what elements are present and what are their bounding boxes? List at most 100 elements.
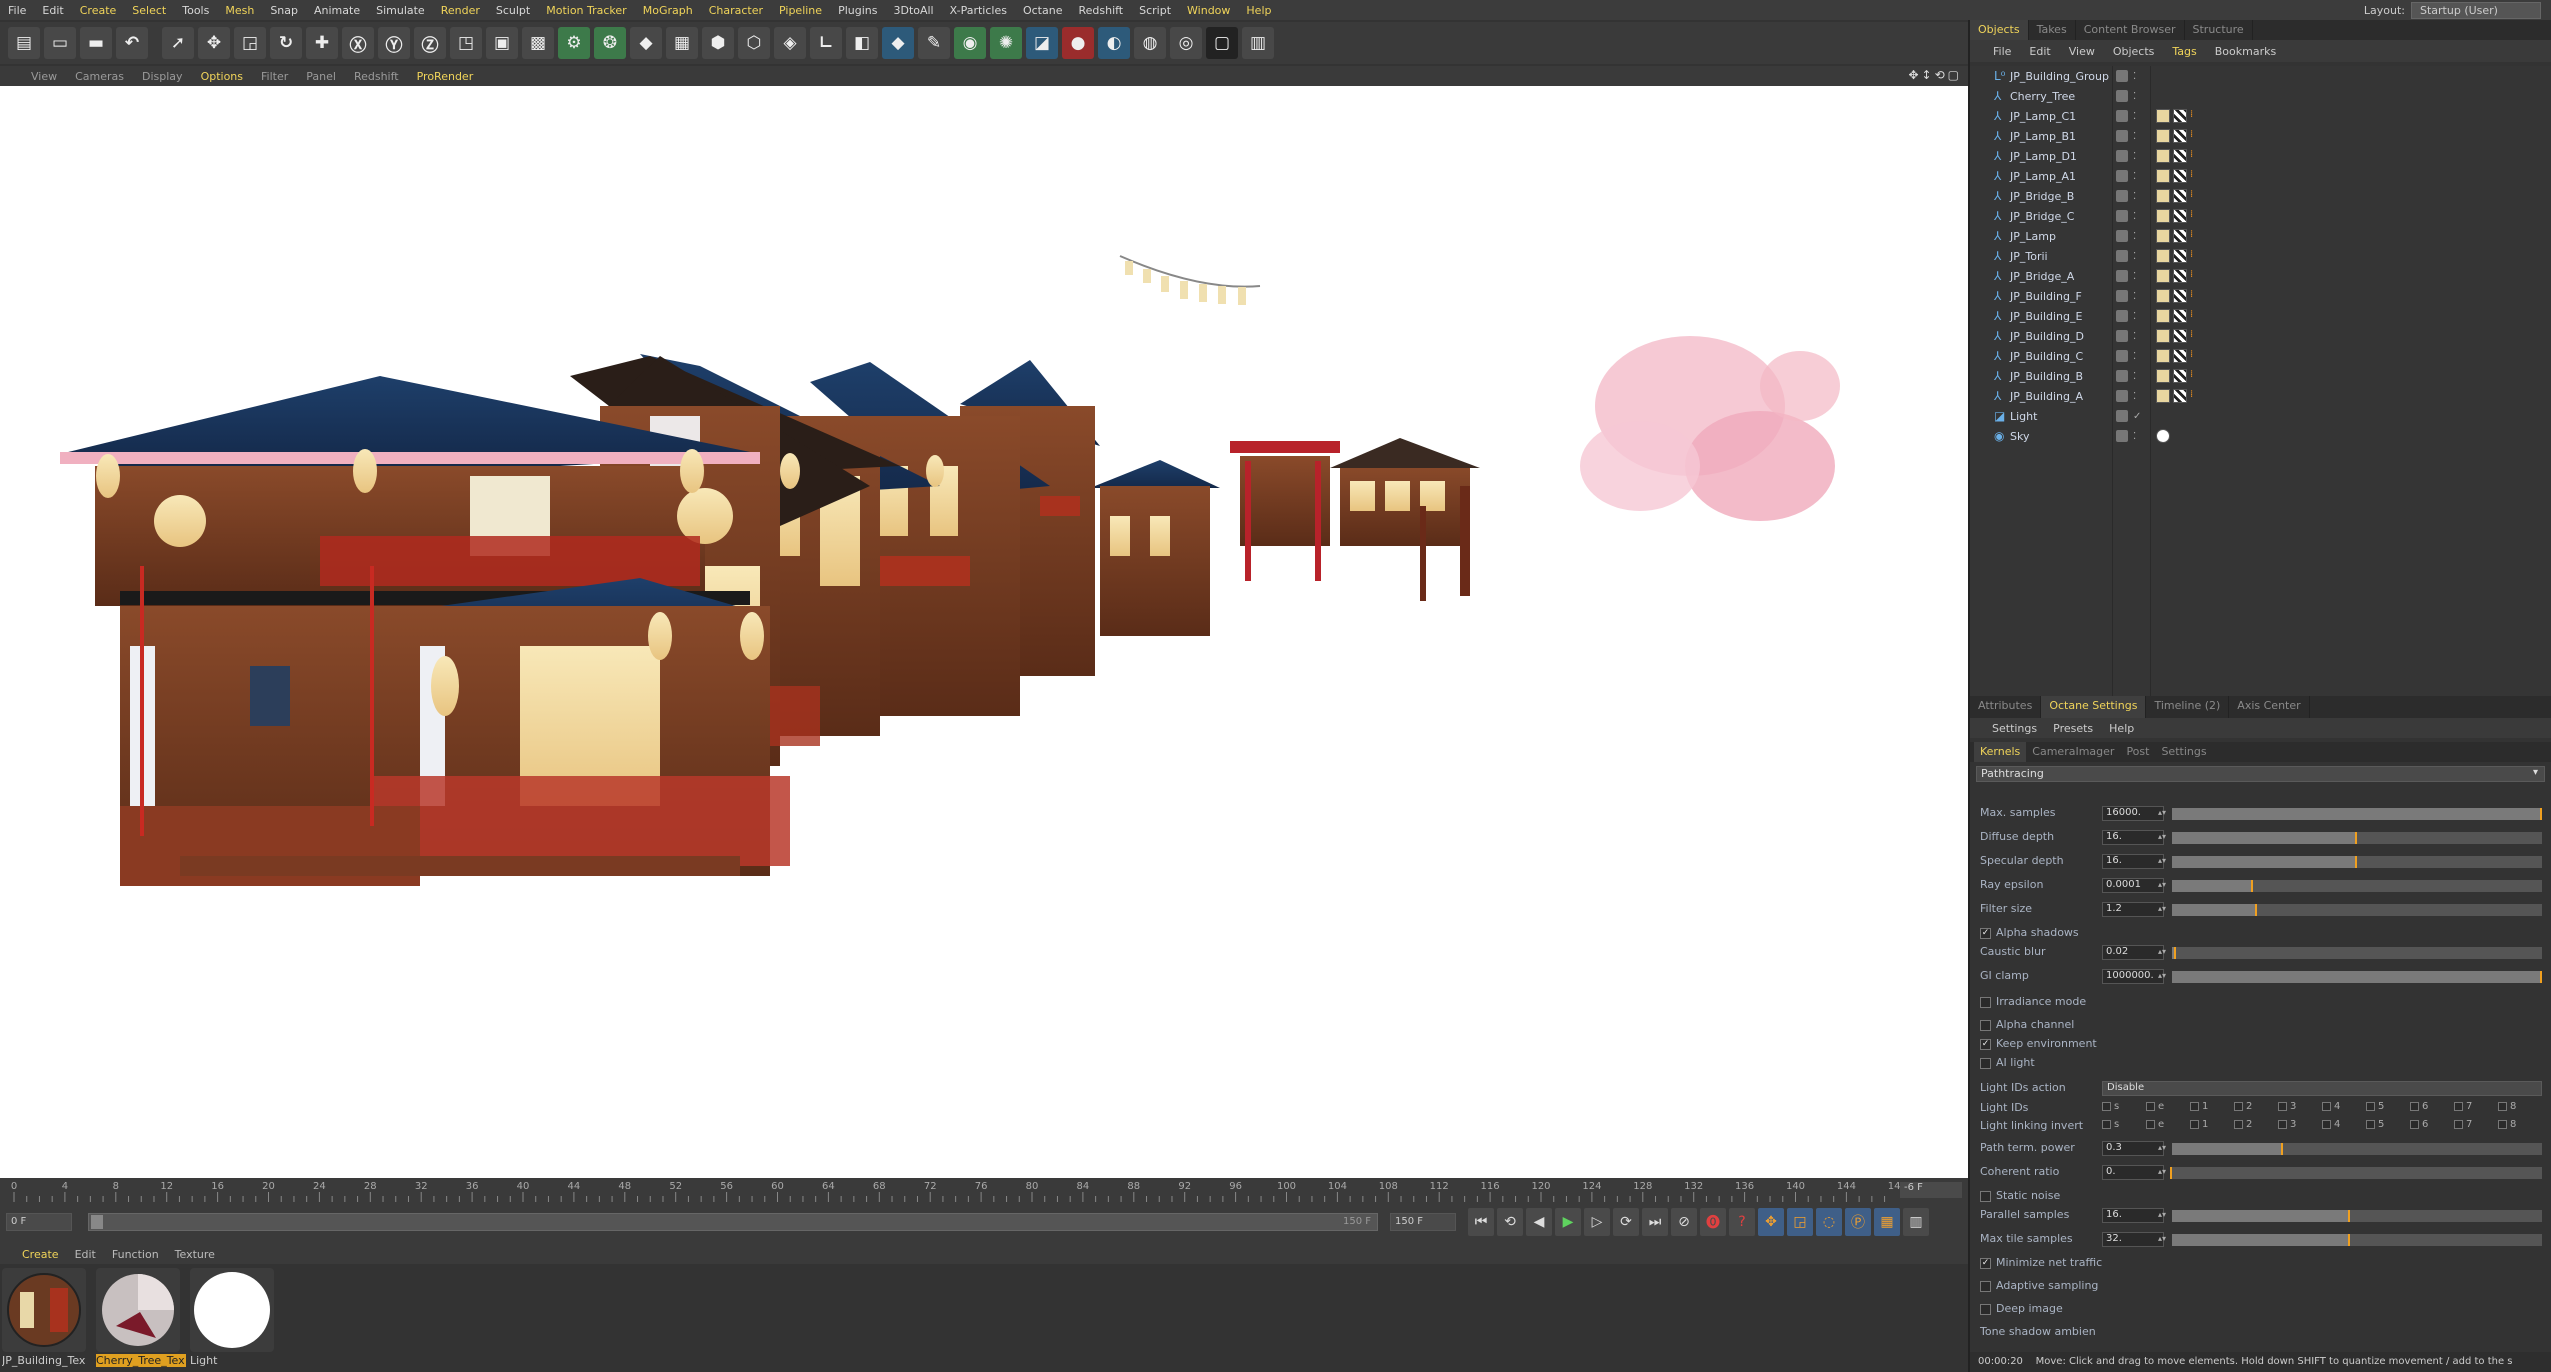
checkbox[interactable] xyxy=(1980,1020,1991,1031)
param-value-field[interactable]: 16. xyxy=(2102,1208,2164,1223)
visibility-toggle[interactable] xyxy=(2116,130,2128,142)
object-row[interactable]: ◪ Light ✓ xyxy=(1970,406,2551,426)
id-checkbox[interactable]: 6 xyxy=(2410,1119,2454,1130)
tag-dots-icon[interactable]: ⁞ xyxy=(2190,129,2200,143)
spinner-icon[interactable]: ▴▾ xyxy=(2158,971,2166,980)
render-toggle[interactable]: ⁚ xyxy=(2133,91,2136,102)
tag-dots-icon[interactable]: ⁞ xyxy=(2190,209,2200,223)
viewport-menu-view[interactable]: View xyxy=(22,70,66,83)
object-row[interactable]: ⅄ Cherry_Tree ⁚ xyxy=(1970,86,2551,106)
panel-icon[interactable]: ▥ xyxy=(1242,27,1274,59)
id-checkbox[interactable]: s xyxy=(2102,1119,2146,1130)
objects-menu-objects[interactable]: Objects xyxy=(2104,45,2164,58)
checkbox[interactable]: ✓ xyxy=(1980,1039,1991,1050)
checkbox[interactable]: ✓ xyxy=(1980,1258,1991,1269)
material-building[interactable]: JP_Building_Tex xyxy=(2,1268,92,1372)
visibility-toggle[interactable] xyxy=(2116,230,2128,242)
id-checkbox[interactable]: 1 xyxy=(2190,1101,2234,1112)
material-menu-texture[interactable]: Texture xyxy=(167,1248,223,1261)
viewport-nav-icons[interactable]: ✥↕⟲▢ xyxy=(1908,68,1962,82)
visibility-toggle[interactable] xyxy=(2116,70,2128,82)
param-value-field[interactable]: 1.2 xyxy=(2102,902,2164,917)
octane-texture-icon[interactable]: ◉ xyxy=(954,27,986,59)
id-checkbox[interactable]: 4 xyxy=(2322,1119,2366,1130)
z-axis-icon[interactable]: Ⓩ xyxy=(414,27,446,59)
menu-item-character[interactable]: Character xyxy=(701,4,771,17)
visibility-toggle[interactable] xyxy=(2116,430,2128,442)
param-value-field[interactable]: 16000. xyxy=(2102,806,2164,821)
sky-tag-icon[interactable] xyxy=(2156,429,2170,443)
tag-dots-icon[interactable]: ⁞ xyxy=(2190,169,2200,183)
spinner-icon[interactable]: ▴▾ xyxy=(2158,1210,2166,1219)
current-frame-field[interactable]: 0 F xyxy=(6,1213,72,1231)
objects-menu-view[interactable]: View xyxy=(2060,45,2104,58)
tag-dots-icon[interactable]: ⁞ xyxy=(2190,189,2200,203)
spinner-icon[interactable]: ▴▾ xyxy=(2158,856,2166,865)
material-menu-edit[interactable]: Edit xyxy=(67,1248,104,1261)
light-ids-action-dropdown[interactable]: Disable xyxy=(2102,1081,2542,1096)
texture-tag-icon[interactable] xyxy=(2156,329,2170,343)
menu-item-mograph[interactable]: MoGraph xyxy=(635,4,701,17)
render-toggle[interactable]: ⁚ xyxy=(2133,171,2136,182)
param-value-field[interactable]: 16. xyxy=(2102,830,2164,845)
material-tag-icon[interactable] xyxy=(2173,249,2187,263)
key-rotation-icon[interactable]: ◌ xyxy=(1816,1208,1842,1236)
material-tag-icon[interactable] xyxy=(2173,369,2187,383)
render-toggle[interactable]: ⁚ xyxy=(2133,211,2136,222)
open-folder-icon[interactable]: ▭ xyxy=(44,27,76,59)
objects-menu-tags[interactable]: Tags xyxy=(2163,45,2205,58)
viewport-menu-cameras[interactable]: Cameras xyxy=(66,70,133,83)
render-toggle[interactable]: ⁚ xyxy=(2133,131,2136,142)
tag-dots-icon[interactable]: ⁞ xyxy=(2190,389,2200,403)
render-toggle[interactable]: ⁚ xyxy=(2133,331,2136,342)
param-slider[interactable] xyxy=(2172,856,2542,868)
object-row[interactable]: ⅄ JP_Building_C ⁚ ⁞ xyxy=(1970,346,2551,366)
id-checkbox[interactable]: 7 xyxy=(2454,1119,2498,1130)
tag-dots-icon[interactable]: ⁞ xyxy=(2190,349,2200,363)
texture-tag-icon[interactable] xyxy=(2156,169,2170,183)
menu-item-animate[interactable]: Animate xyxy=(306,4,368,17)
object-row[interactable]: ⅄ JP_Building_A ⁚ ⁞ xyxy=(1970,386,2551,406)
id-checkbox[interactable]: 8 xyxy=(2498,1101,2542,1112)
menu-item-pipeline[interactable]: Pipeline xyxy=(771,4,830,17)
tab-axis-center[interactable]: Axis Center xyxy=(2229,696,2310,718)
tag-dots-icon[interactable]: ⁞ xyxy=(2190,309,2200,323)
floor-icon[interactable]: ∟ xyxy=(810,27,842,59)
param-slider[interactable] xyxy=(2172,904,2542,916)
settings-menu-help[interactable]: Help xyxy=(2101,722,2142,735)
tag-icon[interactable]: ◪ xyxy=(1026,27,1058,59)
viewport-menu-options[interactable]: Options xyxy=(192,70,252,83)
id-checkbox[interactable]: s xyxy=(2102,1101,2146,1112)
tag-dots-icon[interactable]: ⁞ xyxy=(2190,229,2200,243)
kernel-tab-post[interactable]: Post xyxy=(2120,742,2155,762)
frame-end-field[interactable]: -6 F xyxy=(1900,1182,1962,1198)
scene-icon[interactable]: ◧ xyxy=(846,27,878,59)
frame-range-slider[interactable]: 150 F xyxy=(88,1213,1378,1231)
render-view-icon[interactable]: ▣ xyxy=(486,27,518,59)
material-tag-icon[interactable] xyxy=(2173,269,2187,283)
checkbox[interactable] xyxy=(1980,1191,1991,1202)
visibility-toggle[interactable] xyxy=(2116,290,2128,302)
menu-item-help[interactable]: Help xyxy=(1238,4,1279,17)
object-row[interactable]: ⅄ JP_Building_E ⁚ ⁞ xyxy=(1970,306,2551,326)
render-toggle[interactable]: ⁚ xyxy=(2133,271,2136,282)
visibility-toggle[interactable] xyxy=(2116,370,2128,382)
texture-tag-icon[interactable] xyxy=(2156,129,2170,143)
param-value-field[interactable]: 1000000. xyxy=(2102,969,2164,984)
spinner-icon[interactable]: ▴▾ xyxy=(2158,1167,2166,1176)
go-to-start-icon[interactable]: ⏮ xyxy=(1468,1208,1494,1236)
select-arrow-icon[interactable]: ➚ xyxy=(162,27,194,59)
timeline-ruler-bar[interactable]: 0 4 8 12 16 20 24 28 32 36 40 44 48 52 56 60 64 68 72 76 80 8… xyxy=(0,1178,1968,1202)
menu-item-file[interactable]: File xyxy=(0,4,34,17)
texture-tag-icon[interactable] xyxy=(2156,349,2170,363)
record-active-icon[interactable]: ⓿ xyxy=(1700,1208,1726,1236)
spinner-icon[interactable]: ▴▾ xyxy=(2158,832,2166,841)
texture-tag-icon[interactable] xyxy=(2156,369,2170,383)
spinner-icon[interactable]: ▴▾ xyxy=(2158,808,2166,817)
spinner-icon[interactable]: ▴▾ xyxy=(2158,904,2166,913)
id-checkbox[interactable]: 4 xyxy=(2322,1101,2366,1112)
x-axis-icon[interactable]: Ⓧ xyxy=(342,27,374,59)
render-toggle[interactable]: ✓ xyxy=(2133,411,2141,422)
id-checkbox[interactable]: 3 xyxy=(2278,1119,2322,1130)
coordinate-system-icon[interactable]: ◳ xyxy=(450,27,482,59)
